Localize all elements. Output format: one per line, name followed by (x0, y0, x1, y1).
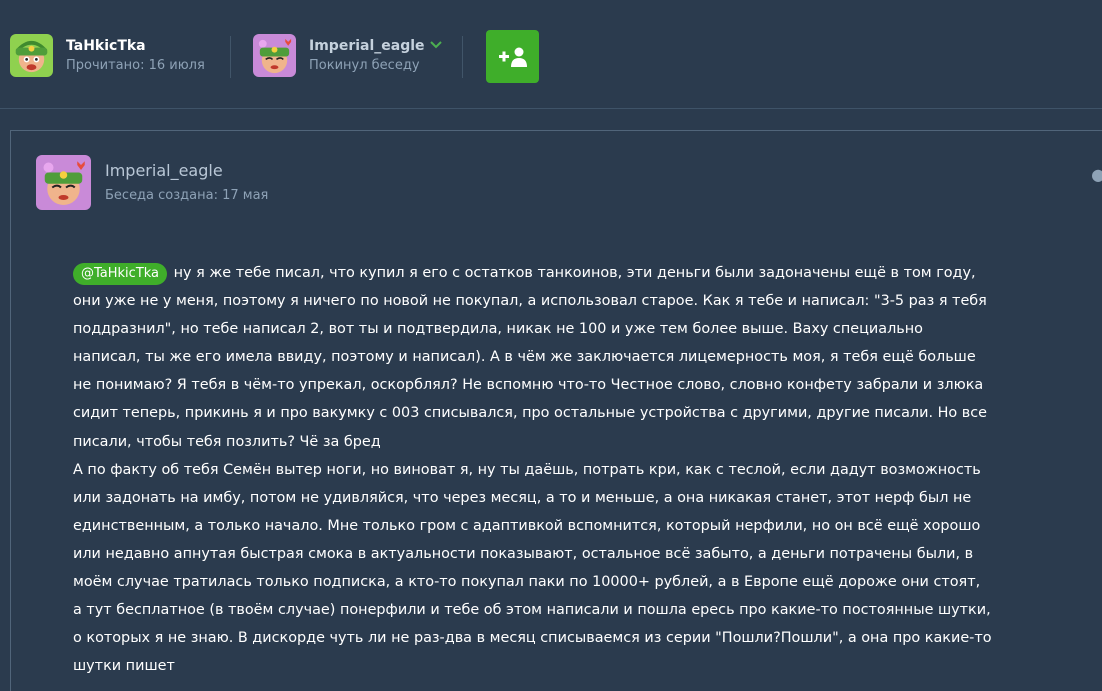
participant-status: Покинул беседу (309, 57, 420, 73)
message-text: ну я же тебе писал, что купил я его с ос… (73, 265, 988, 450)
message-author[interactable]: Imperial_eagle (105, 161, 268, 181)
avatar[interactable] (253, 34, 296, 77)
conversation-first-message: Imperial_eagle Беседа создана: 17 мая ●●… (10, 130, 1102, 691)
participant-name[interactable]: TaHkicTka (66, 37, 205, 55)
more-icon[interactable]: ●● (1091, 165, 1102, 184)
add-user-icon (498, 47, 527, 67)
conversation-header: TaHkicTka Прочитано: 16 июля Imperial_ea… (0, 0, 1102, 109)
avatar[interactable] (36, 155, 91, 210)
add-participant-button[interactable] (486, 30, 539, 83)
participant-imperial-eagle[interactable]: Imperial_eagle Покинул беседу (253, 34, 443, 77)
avatar[interactable] (10, 34, 53, 77)
participant-status: Прочитано: 16 июля (66, 57, 205, 73)
conversation-created-date: Беседа создана: 17 мая (105, 188, 269, 203)
divider (462, 36, 463, 78)
divider (230, 36, 231, 78)
message-body: @TaHkicTka ну я же тебе писал, что купил… (73, 259, 993, 680)
message-header: Imperial_eagle Беседа создана: 17 мая (36, 155, 268, 210)
message-paragraph: @TaHkicTka ну я же тебе писал, что купил… (73, 259, 993, 456)
verified-check-icon (429, 37, 443, 55)
message-paragraph: А по факту об тебя Семён вытер ноги, но … (73, 461, 992, 675)
participant-tahkictka[interactable]: TaHkicTka Прочитано: 16 июля (10, 34, 205, 77)
participant-name[interactable]: Imperial_eagle (309, 37, 425, 55)
user-mention[interactable]: @TaHkicTka (73, 263, 168, 285)
